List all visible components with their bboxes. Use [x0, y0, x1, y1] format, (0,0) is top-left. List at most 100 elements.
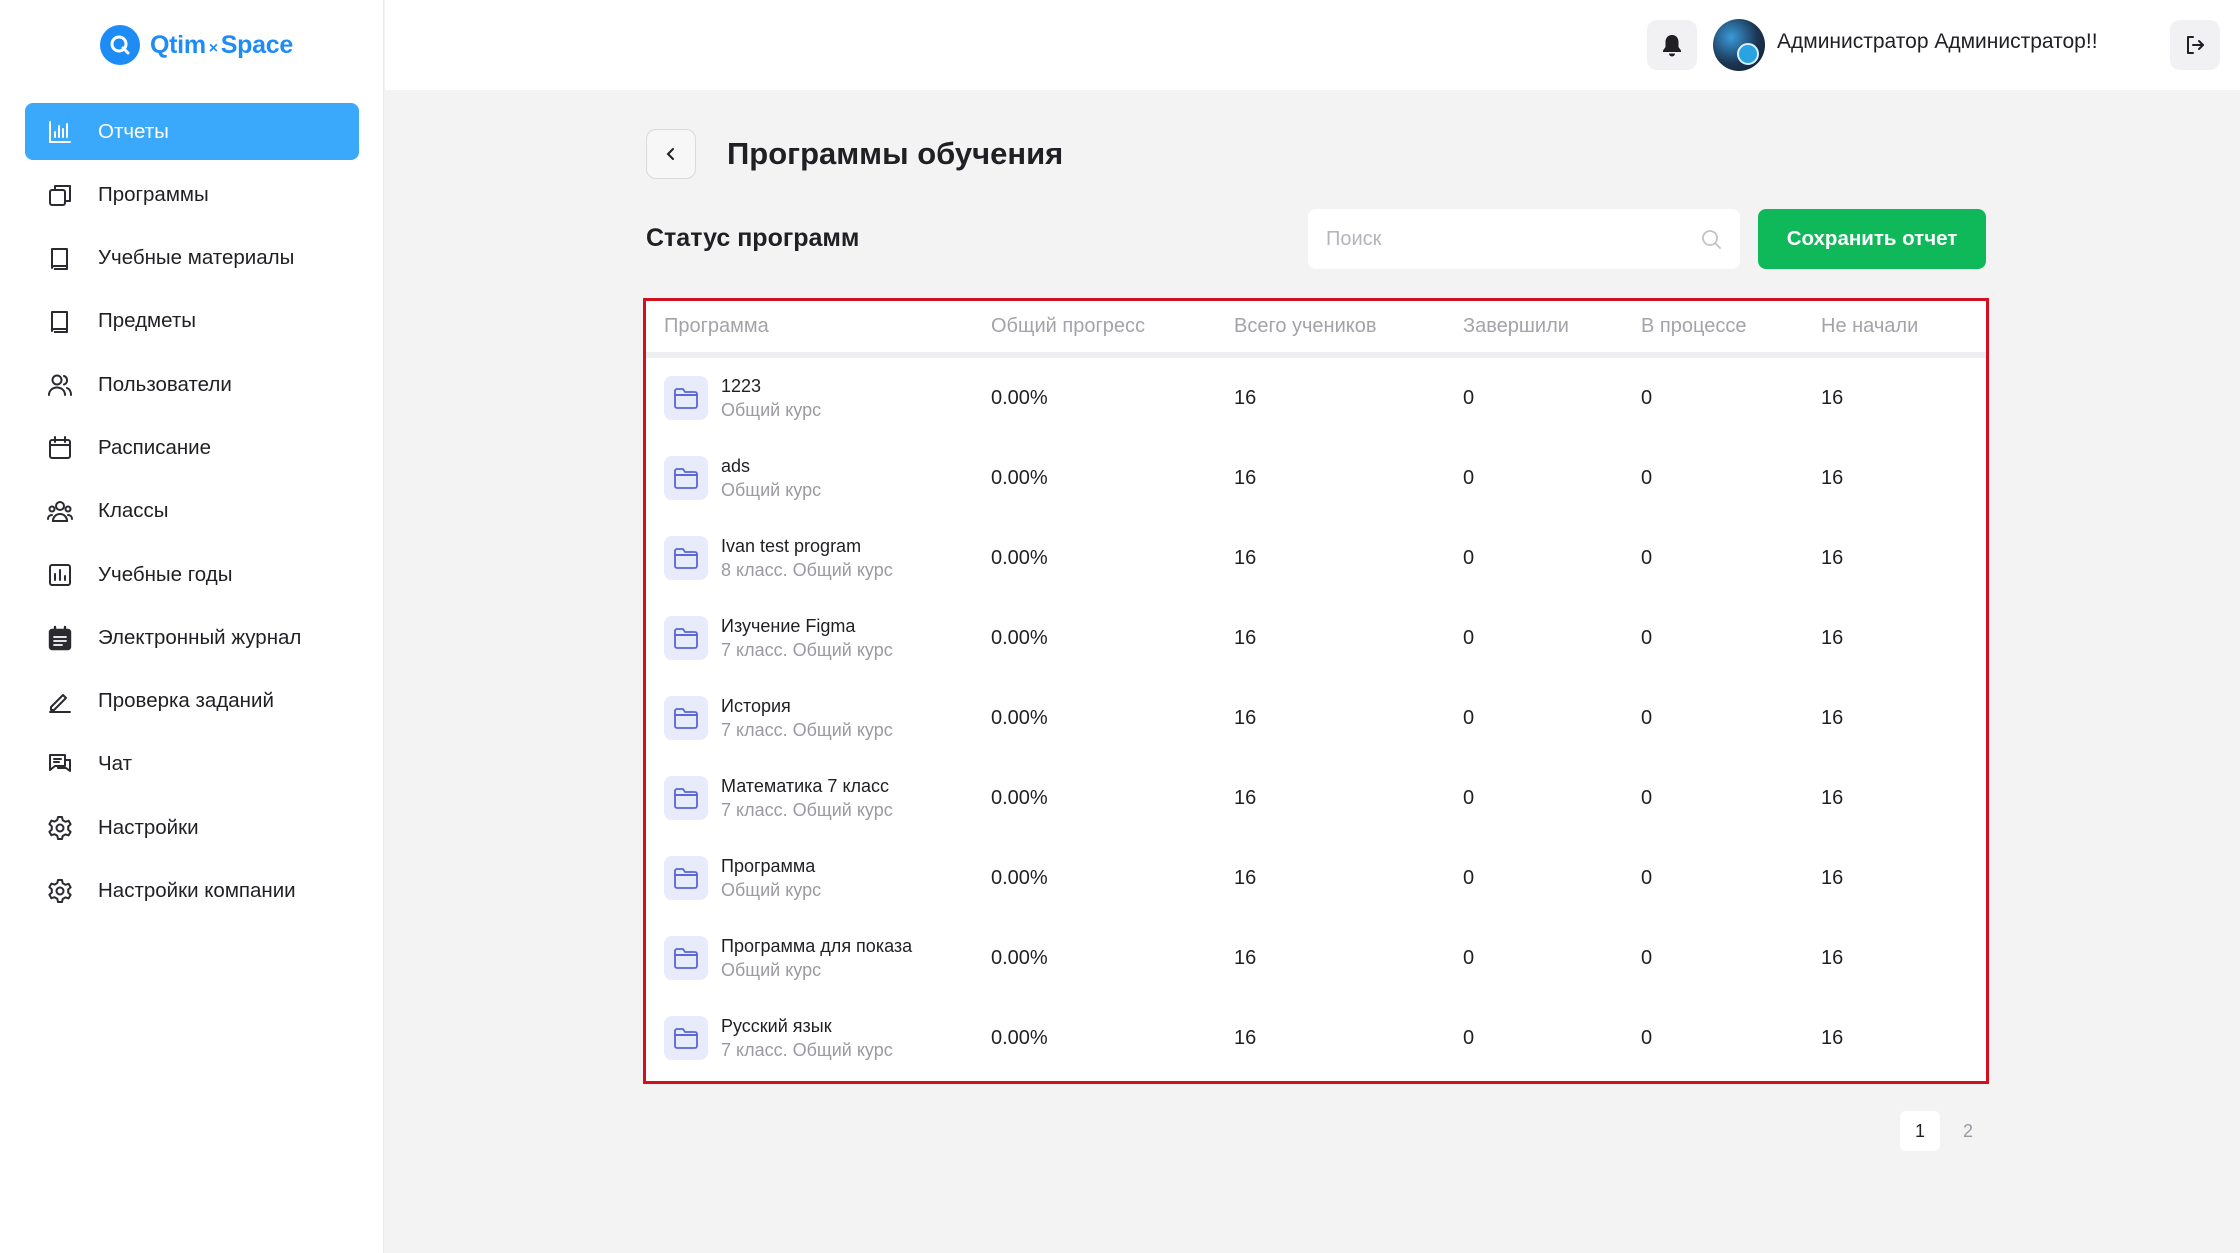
not-started-cell: 16 — [1821, 546, 1844, 569]
total-cell: 16 — [1234, 626, 1257, 649]
gear-icon — [46, 814, 74, 842]
program-cell: Ivan test program 8 класс. Общий курс — [646, 534, 991, 583]
search-input[interactable] — [1326, 227, 1700, 251]
total-cell: 16 — [1234, 946, 1257, 969]
sidebar-item-11[interactable]: Настройки — [25, 799, 359, 856]
program-name[interactable]: Программа — [721, 854, 821, 878]
logout-button[interactable] — [2170, 20, 2220, 70]
table-row[interactable]: Ivan test program 8 класс. Общий курс 0.00… — [646, 518, 1986, 598]
program-cell: Математика 7 класс 7 класс. Общий курс — [646, 774, 991, 823]
program-name[interactable]: Ivan test program — [721, 534, 893, 558]
table-row[interactable]: Программа для показа Общий курс 0.00% 16 0 0 1… — [646, 918, 1986, 998]
sidebar-item-12[interactable]: Настройки компании — [25, 863, 359, 920]
total-cell: 16 — [1234, 546, 1257, 569]
sidebar-item-0[interactable]: Отчеты — [25, 103, 359, 160]
chart-box-icon — [46, 561, 74, 589]
sidebar-item-10[interactable]: Чат — [25, 736, 359, 793]
brand-name: Qtim × Space — [150, 30, 293, 59]
bell-icon — [1663, 35, 1681, 57]
program-cell: История 7 класс. Общий курс — [646, 694, 991, 743]
folder-icon — [664, 456, 708, 500]
calendar-icon — [46, 434, 74, 462]
pencil-icon — [46, 687, 74, 715]
in-progress-cell: 0 — [1641, 1026, 1653, 1049]
program-subtitle: Общий курс — [721, 479, 822, 500]
sidebar-item-label: Настройки компании — [98, 879, 296, 903]
progress-cell: 0.00% — [991, 626, 1048, 649]
done-cell: 0 — [1463, 466, 1475, 489]
book-icon — [46, 244, 74, 272]
not-started-cell: 16 — [1821, 946, 1844, 969]
in-progress-cell: 0 — [1641, 386, 1653, 409]
column-header-total[interactable]: Всего учеников — [1234, 315, 1463, 338]
sidebar-item-1[interactable]: Программы — [25, 166, 359, 223]
sidebar-item-5[interactable]: Расписание — [25, 419, 359, 476]
top-bar: Администратор Администратор!! — [385, 0, 2240, 90]
program-text: Русский язык 7 класс. Общий курс — [721, 1014, 893, 1063]
copy-icon — [46, 181, 74, 209]
program-cell: Программа для показа Общий курс — [646, 934, 991, 983]
program-name[interactable]: ads — [721, 454, 821, 478]
brand-logo[interactable]: Qtim × Space — [100, 24, 293, 66]
page-button-2[interactable]: 2 — [1948, 1111, 1988, 1151]
table-row[interactable]: История 7 класс. Общий курс 0.00% 16 0 0 16 — [646, 678, 1986, 758]
sidebar-item-8[interactable]: Электронный журнал — [25, 609, 359, 666]
chevron-left-icon — [666, 148, 674, 160]
total-cell: 16 — [1234, 466, 1257, 489]
sidebar-item-9[interactable]: Проверка заданий — [25, 673, 359, 730]
column-header-not-started[interactable]: Не начали — [1821, 315, 1971, 338]
program-name[interactable]: 1223 — [721, 374, 821, 398]
avatar[interactable] — [1713, 19, 1765, 71]
logo-q-icon — [100, 25, 140, 65]
program-cell: Изучение Figma 7 класс. Общий курс — [646, 614, 991, 663]
table-row[interactable]: Математика 7 класс 7 класс. Общий курс 0.0… — [646, 758, 1986, 838]
table-row[interactable]: ads Общий курс 0.00% 16 0 0 16 — [646, 438, 1986, 518]
save-report-button[interactable]: Сохранить отчет — [1758, 209, 1986, 269]
table-row[interactable]: Программа Общий курс 0.00% 16 0 0 16 — [646, 838, 1986, 918]
not-started-cell: 16 — [1821, 466, 1844, 489]
column-header-program[interactable]: Программа — [646, 315, 991, 338]
in-progress-cell: 0 — [1641, 946, 1653, 969]
table-row[interactable]: Изучение Figma 7 класс. Общий курс 0.00% 16… — [646, 598, 1986, 678]
done-cell: 0 — [1463, 386, 1475, 409]
program-name[interactable]: Изучение Figma — [721, 614, 893, 638]
logout-icon — [2187, 36, 2204, 54]
back-button[interactable] — [646, 129, 696, 179]
column-header-in-progress[interactable]: В процессе — [1641, 315, 1821, 338]
not-started-cell: 16 — [1821, 706, 1844, 729]
column-header-progress[interactable]: Общий прогресс — [991, 315, 1234, 338]
notifications-button[interactable] — [1647, 20, 1697, 70]
total-cell: 16 — [1234, 786, 1257, 809]
group-icon — [46, 497, 74, 525]
program-name[interactable]: История — [721, 694, 893, 718]
table-row[interactable]: Русский язык 7 класс. Общий курс 0.00% 16 0 0… — [646, 998, 1986, 1078]
sidebar-item-2[interactable]: Учебные материалы — [25, 230, 359, 287]
sidebar-item-6[interactable]: Классы — [25, 483, 359, 540]
sidebar-item-3[interactable]: Предметы — [25, 293, 359, 350]
program-subtitle: 7 класс. Общий курс — [721, 719, 893, 740]
page-button-1[interactable]: 1 — [1900, 1111, 1940, 1151]
sidebar-item-4[interactable]: Пользователи — [25, 356, 359, 413]
sidebar-item-7[interactable]: Учебные годы — [25, 546, 359, 603]
bar-chart-icon — [46, 118, 74, 146]
program-subtitle: 7 класс. Общий курс — [721, 639, 893, 660]
in-progress-cell: 0 — [1641, 786, 1653, 809]
in-progress-cell: 0 — [1641, 626, 1653, 649]
not-started-cell: 16 — [1821, 1026, 1844, 1049]
sidebar-item-label: Пользователи — [98, 372, 232, 396]
total-cell: 16 — [1234, 866, 1257, 889]
pagination: 12 — [1900, 1111, 1988, 1151]
total-cell: 16 — [1234, 386, 1257, 409]
search-box — [1308, 209, 1740, 269]
telegram-badge-icon — [1737, 43, 1759, 65]
program-name[interactable]: Математика 7 класс — [721, 774, 893, 798]
section-title: Статус программ — [646, 224, 860, 252]
table-row[interactable]: 1223 Общий курс 0.00% 16 0 0 16 — [646, 358, 1986, 438]
user-name[interactable]: Администратор Администратор!! — [1777, 30, 2098, 54]
sidebar: Qtim × Space Отчеты Программы Учебные матери… — [0, 0, 384, 1253]
program-name[interactable]: Программа для показа — [721, 934, 912, 958]
program-cell: 1223 Общий курс — [646, 374, 991, 423]
folder-icon — [664, 776, 708, 820]
column-header-done[interactable]: Завершили — [1463, 315, 1641, 338]
program-name[interactable]: Русский язык — [721, 1014, 893, 1038]
